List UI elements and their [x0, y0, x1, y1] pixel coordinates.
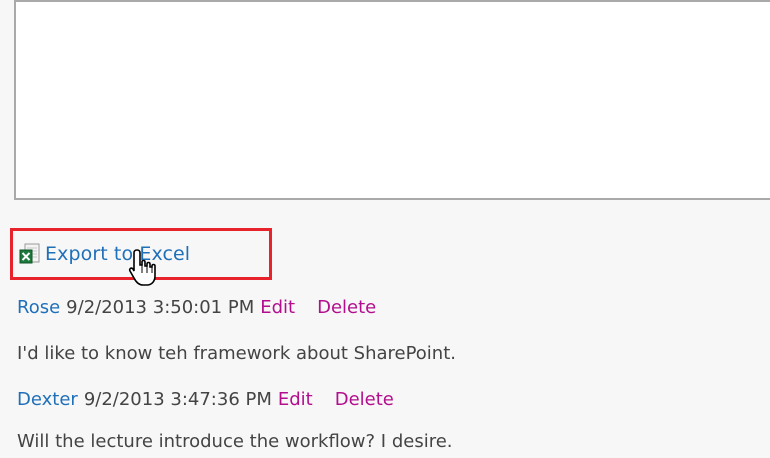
comment-meta: Dexter 9/2/2013 3:47:36 PM Edit Delete — [17, 389, 394, 410]
excel-icon — [19, 243, 41, 265]
comment-author-link[interactable]: Dexter — [17, 389, 78, 410]
export-to-excel-link[interactable]: Export to Excel — [19, 243, 190, 265]
comment-textarea[interactable] — [14, 0, 770, 200]
comment-author-link[interactable]: Rose — [17, 297, 60, 318]
comment-meta: Rose 9/2/2013 3:50:01 PM Edit Delete — [17, 297, 376, 318]
comment-text: I'd like to know teh framework about Sha… — [17, 343, 456, 364]
comment-date: 9/2/2013 3:50:01 PM — [66, 297, 255, 318]
comment-text: Will the lecture introduce the workflow?… — [17, 431, 453, 452]
delete-link[interactable]: Delete — [335, 389, 394, 410]
comment-date: 9/2/2013 3:47:36 PM — [83, 389, 272, 410]
delete-link[interactable]: Delete — [317, 297, 376, 318]
edit-link[interactable]: Edit — [260, 297, 295, 318]
export-to-excel-label: Export to Excel — [45, 243, 191, 265]
hand-cursor-icon — [128, 248, 162, 290]
edit-link[interactable]: Edit — [278, 389, 313, 410]
